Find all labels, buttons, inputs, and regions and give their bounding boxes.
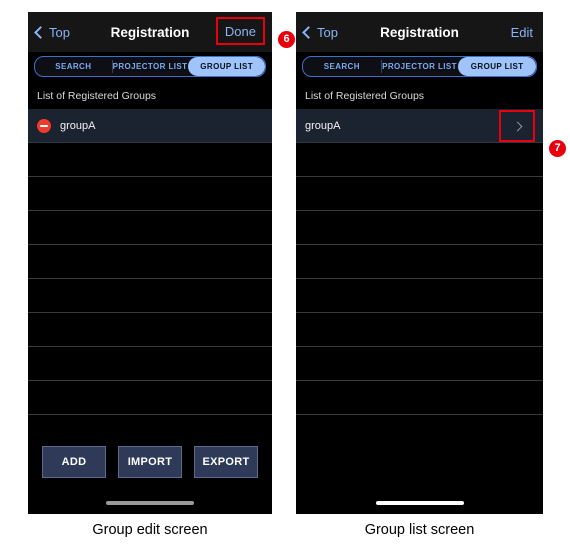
caption-group-edit-screen: Group edit screen bbox=[92, 522, 208, 538]
group-row-label: groupA bbox=[60, 119, 96, 132]
group-list-left: groupA bbox=[28, 109, 272, 415]
table-row-empty bbox=[296, 347, 543, 381]
action-button-bar: ADD IMPORT EXPORT bbox=[28, 446, 272, 478]
segmented-control-left[interactable]: SEARCH PROJECTOR LIST GROUP LIST bbox=[34, 56, 266, 77]
table-row-empty bbox=[296, 211, 543, 245]
group-edit-screen-panel: Top Registration Done SEARCH PROJECTOR L… bbox=[28, 12, 272, 514]
delete-minus-icon[interactable] bbox=[37, 118, 51, 133]
table-row-empty bbox=[28, 143, 272, 177]
tab-projector-list-left[interactable]: PROJECTOR LIST bbox=[111, 57, 189, 76]
caption-group-list-screen: Group list screen bbox=[364, 522, 475, 538]
tab-group-list-left[interactable]: GROUP LIST bbox=[188, 57, 265, 76]
table-row-empty bbox=[28, 279, 272, 313]
export-button[interactable]: EXPORT bbox=[194, 446, 258, 478]
table-row-empty bbox=[296, 177, 543, 211]
table-row-empty bbox=[296, 143, 543, 177]
list-header-left: List of Registered Groups bbox=[28, 83, 272, 109]
home-indicator-right bbox=[375, 501, 464, 505]
navigation-bar-left: Top Registration Done bbox=[28, 12, 272, 52]
table-row-empty bbox=[28, 177, 272, 211]
table-row-empty bbox=[296, 279, 543, 313]
tab-group-list-right[interactable]: GROUP LIST bbox=[458, 57, 536, 76]
segmented-control-wrap-right: SEARCH PROJECTOR LIST GROUP LIST bbox=[296, 52, 543, 83]
table-row-empty bbox=[296, 245, 543, 279]
group-list-right: groupA bbox=[296, 109, 543, 415]
table-row-empty bbox=[28, 211, 272, 245]
table-row-empty bbox=[296, 381, 543, 415]
table-row-empty bbox=[28, 313, 272, 347]
home-indicator-left bbox=[106, 501, 194, 505]
group-row-chevron[interactable] bbox=[499, 110, 535, 142]
tab-projector-list-right[interactable]: PROJECTOR LIST bbox=[380, 57, 459, 76]
table-row-empty bbox=[28, 381, 272, 415]
segmented-control-right[interactable]: SEARCH PROJECTOR LIST GROUP LIST bbox=[302, 56, 537, 77]
chevron-right-icon bbox=[512, 121, 522, 131]
navigation-bar-right: Top Registration Edit bbox=[296, 12, 543, 52]
callout-badge-6: 6 bbox=[278, 31, 295, 48]
page-title-right: Registration bbox=[380, 24, 459, 40]
table-row[interactable]: groupA bbox=[28, 109, 272, 143]
tab-search-right[interactable]: SEARCH bbox=[303, 57, 381, 76]
table-row[interactable]: groupA bbox=[296, 109, 543, 143]
table-row-empty bbox=[28, 347, 272, 381]
group-list-screen-panel: Top Registration Edit SEARCH PROJECTOR L… bbox=[296, 12, 543, 514]
add-button[interactable]: ADD bbox=[42, 446, 106, 478]
list-header-right: List of Registered Groups bbox=[296, 83, 543, 109]
edit-button[interactable]: Edit bbox=[511, 12, 533, 52]
callout-badge-7: 7 bbox=[549, 140, 566, 157]
table-row-empty bbox=[296, 313, 543, 347]
tab-search-left[interactable]: SEARCH bbox=[35, 57, 112, 76]
import-button[interactable]: IMPORT bbox=[118, 446, 182, 478]
done-button[interactable]: Done bbox=[215, 17, 265, 45]
group-row-label: groupA bbox=[305, 119, 341, 132]
table-row-empty bbox=[28, 245, 272, 279]
segmented-control-wrap-left: SEARCH PROJECTOR LIST GROUP LIST bbox=[28, 52, 272, 83]
